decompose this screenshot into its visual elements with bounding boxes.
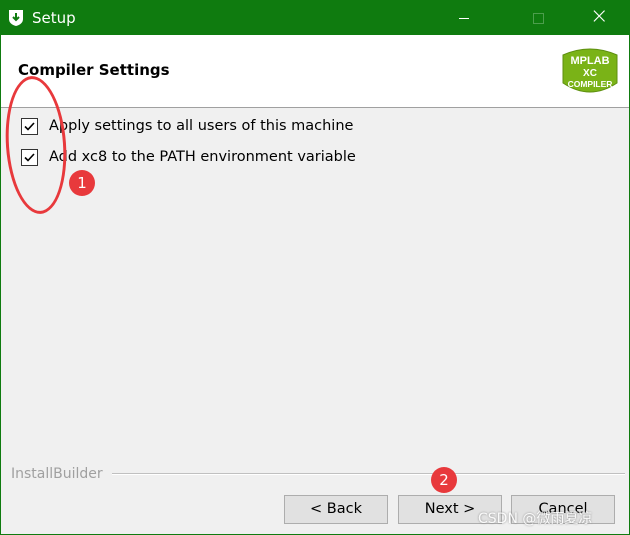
maximize-button[interactable] bbox=[515, 1, 561, 35]
footer-divider bbox=[112, 473, 625, 475]
watermark: CSDN @微雨夏凉 bbox=[478, 511, 593, 527]
logo-line2: XC bbox=[583, 68, 597, 79]
minimize-icon bbox=[459, 18, 469, 19]
window-title: Setup bbox=[32, 9, 76, 27]
add-to-path-label[interactable]: Add xc8 to the PATH environment variable bbox=[49, 147, 356, 167]
logo-line1: MPLAB bbox=[570, 55, 609, 67]
minimize-button[interactable] bbox=[441, 1, 487, 35]
page-title: Compiler Settings bbox=[18, 61, 170, 79]
maximize-icon bbox=[533, 13, 544, 24]
setup-window: Setup × Compiler Settings MPLAB XC COMPI… bbox=[0, 0, 630, 535]
annotation-marker-1: 1 bbox=[69, 170, 95, 196]
close-button[interactable]: × bbox=[575, 1, 621, 35]
annotation-marker-2: 2 bbox=[431, 467, 457, 493]
close-icon: × bbox=[590, 4, 609, 29]
page-header: Compiler Settings MPLAB XC COMPILER bbox=[1, 35, 629, 108]
title-bar[interactable]: Setup × bbox=[1, 1, 629, 35]
installbuilder-brand: InstallBuilder bbox=[11, 466, 103, 482]
logo-line3: COMPILER bbox=[568, 79, 613, 89]
mplab-xc-compiler-logo: MPLAB XC COMPILER bbox=[562, 48, 618, 93]
setup-app-icon bbox=[9, 10, 23, 26]
apply-all-users-label[interactable]: Apply settings to all users of this mach… bbox=[49, 116, 353, 136]
back-button[interactable]: < Back bbox=[284, 495, 388, 524]
